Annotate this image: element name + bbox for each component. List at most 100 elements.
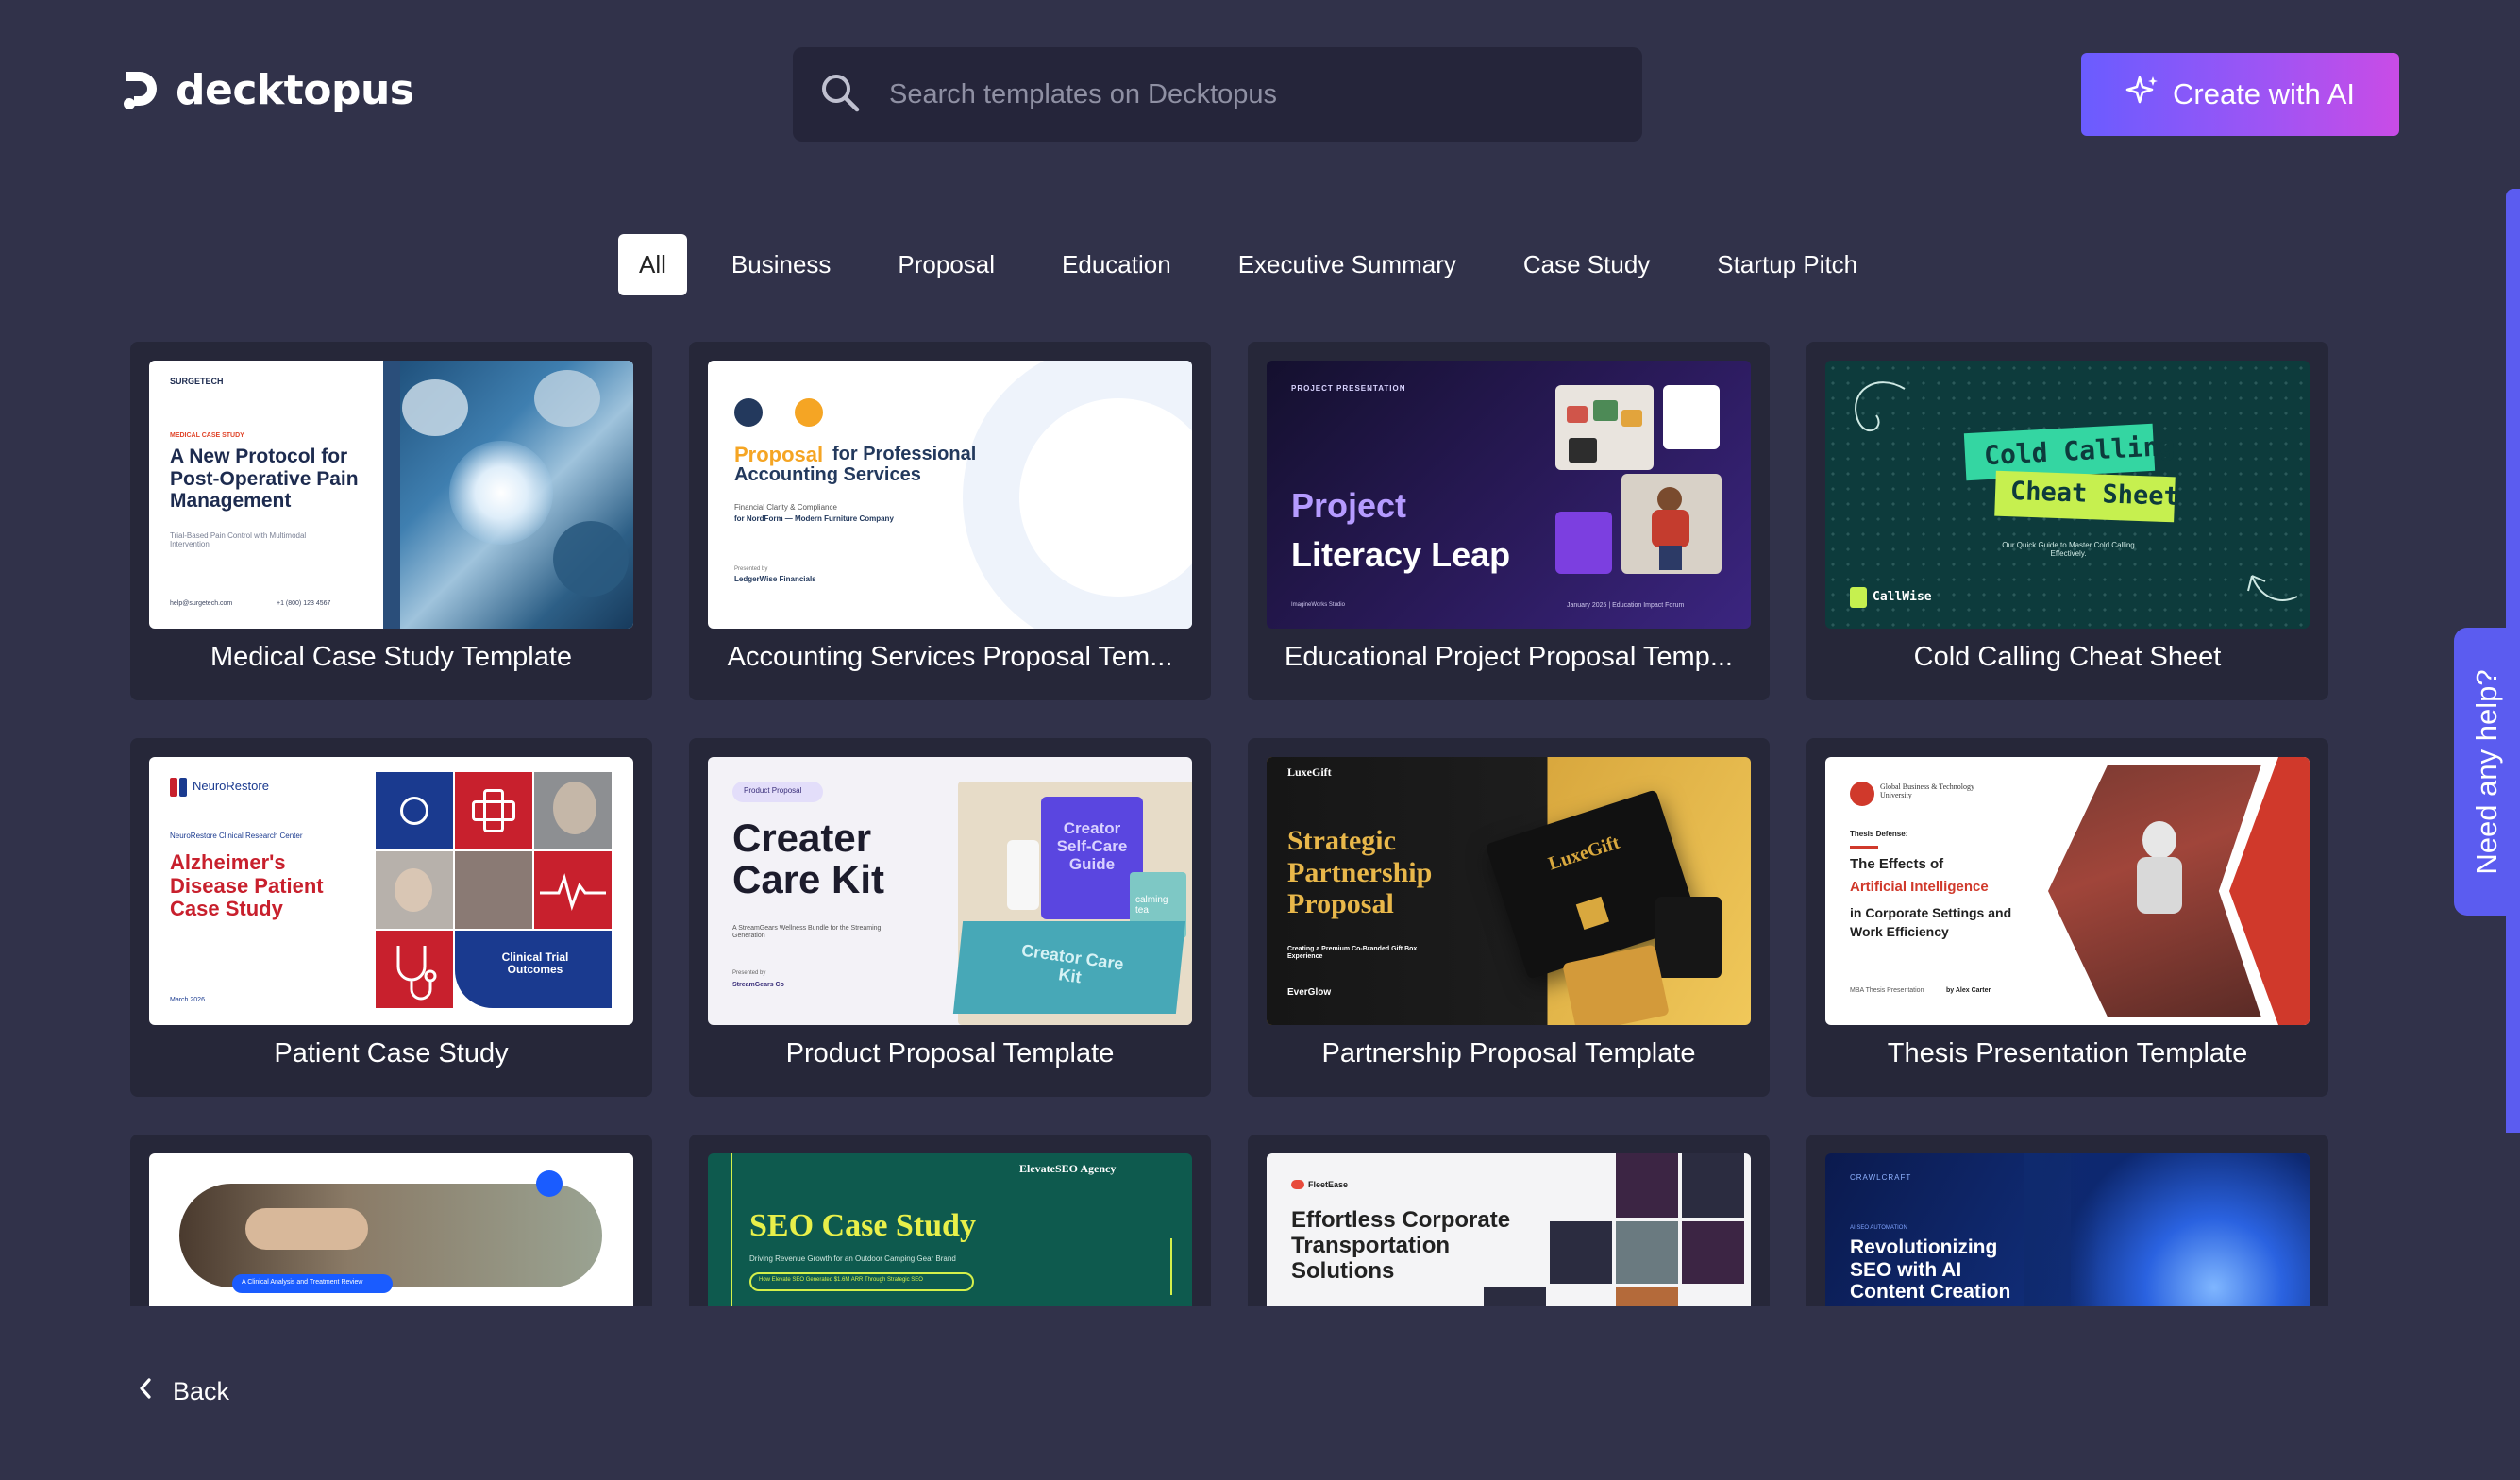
template-card-accounting-proposal[interactable]: Proposal for Professional Accounting Ser… bbox=[689, 342, 1211, 700]
tab-label: Proposal bbox=[898, 250, 996, 278]
back-button[interactable]: Back bbox=[137, 1376, 229, 1407]
thumb-badge: Clinical Trial Outcomes bbox=[501, 950, 569, 977]
search-bar[interactable] bbox=[793, 47, 1642, 142]
template-card-medical-case-study[interactable]: SURGETECH MEDICAL CASE STUDY A New Proto… bbox=[130, 342, 652, 700]
thumb-accent: Artificial Intelligence bbox=[1850, 879, 1989, 895]
doodle-arrow bbox=[2247, 575, 2298, 601]
template-thumbnail: A Clinical Analysis and Treatment Review bbox=[149, 1153, 633, 1306]
thumb-sub: Trial-Based Pain Control with Multimodal… bbox=[170, 531, 307, 548]
thumb-sub: Driving Revenue Growth for an Outdoor Ca… bbox=[749, 1254, 956, 1263]
thumb-footer-left: ImagineWorks Studio bbox=[1291, 602, 1345, 608]
thumb-partner: EverGlow bbox=[1287, 987, 1332, 998]
thumb-headline: Revolutionizing SEO with AI Content Crea… bbox=[1850, 1236, 2011, 1303]
tile-stethoscope bbox=[376, 931, 453, 1008]
thumb-line3: in Corporate Settings and Work Efficienc… bbox=[1850, 905, 2012, 939]
thumb-tea: calming tea bbox=[1135, 895, 1168, 917]
thumb-headline: for Professional Accounting Services bbox=[734, 444, 977, 486]
template-card-cold-calling[interactable]: Cold Calling Cheat Sheet Our Quick Guide… bbox=[1806, 342, 2328, 700]
template-title: Partnership Proposal Template bbox=[1321, 1038, 1696, 1068]
need-help-tab[interactable]: Need any help? bbox=[2454, 628, 2520, 916]
template-thumbnail: Global Business & Technology University … bbox=[1825, 757, 2310, 1025]
thumb-headline: SEO Case Study bbox=[749, 1208, 976, 1243]
ai-face-photo bbox=[2071, 1153, 2310, 1306]
chevron-left-icon bbox=[137, 1376, 154, 1407]
template-title: Product Proposal Template bbox=[785, 1038, 1115, 1068]
template-thumbnail: SURGETECH MEDICAL CASE STUDY A New Proto… bbox=[149, 361, 633, 629]
child-photo bbox=[1621, 474, 1722, 574]
thumb-brand: CallWise bbox=[1873, 590, 1932, 604]
tab-label: Business bbox=[731, 250, 832, 278]
tab-executive-summary[interactable]: Executive Summary bbox=[1216, 234, 1479, 295]
thumb-pill: A Clinical Analysis and Treatment Review bbox=[242, 1279, 363, 1286]
create-with-ai-label: Create with AI bbox=[2173, 77, 2355, 110]
thumb-presenter: StreamGears Co bbox=[732, 982, 784, 988]
create-with-ai-button[interactable]: Create with AI bbox=[2081, 53, 2399, 136]
thumb-footer-prefix: MBA Thesis Presentation bbox=[1850, 987, 1924, 994]
template-thumbnail: CRAWLCRAFT AI SEO AUTOMATION Revolutioni… bbox=[1825, 1153, 2310, 1306]
tab-label: Startup Pitch bbox=[1717, 250, 1858, 278]
thumb-kicker: PROJECT PRESENTATION bbox=[1291, 384, 1406, 393]
template-title: Cold Calling Cheat Sheet bbox=[1913, 642, 2222, 672]
thumb-kicker: NeuroRestore Clinical Research Center bbox=[170, 832, 303, 840]
thumb-footer-right: January 2025 | Education Impact Forum bbox=[1567, 602, 1685, 609]
thumb-brand: CRAWLCRAFT bbox=[1850, 1173, 1912, 1182]
tab-all[interactable]: All bbox=[618, 234, 687, 295]
template-title: Patient Case Study bbox=[274, 1038, 509, 1068]
thumb-sub: Our Quick Guide to Master Cold Calling E… bbox=[2002, 541, 2135, 558]
category-tabs: All Business Proposal Education Executiv… bbox=[618, 234, 1902, 295]
decktopus-logo[interactable]: decktopus bbox=[121, 66, 414, 114]
thumb-brand: Global Business & Technology University bbox=[1880, 782, 1974, 799]
tab-startup-pitch[interactable]: Startup Pitch bbox=[1694, 234, 1880, 295]
thumb-sub2: for NordForm — Modern Furniture Company bbox=[734, 514, 894, 523]
template-card-seo-case-study[interactable]: ElevateSEO Agency SEO Case Study Driving… bbox=[689, 1135, 1211, 1306]
template-card-clinical-analysis[interactable]: A Clinical Analysis and Treatment Review bbox=[130, 1135, 652, 1306]
template-card-thesis-presentation[interactable]: Global Business & Technology University … bbox=[1806, 738, 2328, 1097]
thumb-presenter: LedgerWise Financials bbox=[734, 575, 816, 583]
hands-photo bbox=[179, 1184, 602, 1287]
tab-business[interactable]: Business bbox=[709, 234, 854, 295]
thumb-line2: Cheat Sheet bbox=[2009, 476, 2180, 513]
template-title: Accounting Services Proposal Tem... bbox=[727, 642, 1173, 672]
template-thumbnail: LuxeGift Strategic Partnership Proposal … bbox=[1267, 757, 1751, 1025]
doodle-loop bbox=[1855, 381, 1906, 431]
thumb-brand: SURGETECH bbox=[170, 377, 224, 386]
template-card-patient-case-study[interactable]: NeuroRestore NeuroRestore Clinical Resea… bbox=[130, 738, 652, 1097]
template-thumbnail: ElevateSEO Agency SEO Case Study Driving… bbox=[708, 1153, 1192, 1306]
thumb-headline: Alzheimer's Disease Patient Case Study bbox=[170, 850, 324, 921]
thumb-sub: A StreamGears Wellness Bundle for the St… bbox=[732, 925, 882, 939]
template-grid: SURGETECH MEDICAL CASE STUDY A New Proto… bbox=[130, 342, 2329, 1306]
thumb-brand: ElevateSEO Agency bbox=[1019, 1162, 1117, 1175]
search-input[interactable] bbox=[889, 78, 1606, 110]
tab-label: Case Study bbox=[1522, 250, 1651, 278]
search-icon bbox=[819, 72, 861, 118]
thumb-line2: Literacy Leap bbox=[1291, 535, 1511, 574]
template-card-fleetease[interactable]: FleetEase Effortless Corporate Transport… bbox=[1248, 1135, 1770, 1306]
need-help-label: Need any help? bbox=[2470, 668, 2503, 875]
template-card-partnership-proposal[interactable]: LuxeGift Strategic Partnership Proposal … bbox=[1248, 738, 1770, 1097]
thumb-brand: FleetEase bbox=[1308, 1180, 1349, 1189]
tile-icon-grid bbox=[376, 772, 453, 849]
thumb-brand: LuxeGift bbox=[1287, 765, 1332, 779]
template-thumbnail: PROJECT PRESENTATION Project Literacy Le… bbox=[1267, 361, 1751, 629]
template-title: Medical Case Study Template bbox=[210, 642, 573, 672]
product-photo: Creator Self-Care Guide calming tea Crea… bbox=[952, 782, 1192, 1025]
thumb-headline: A New Protocol for Post-Operative Pain M… bbox=[170, 446, 359, 513]
thumb-date: March 2026 bbox=[170, 997, 205, 1003]
template-title: Thesis Presentation Template bbox=[1887, 1038, 2248, 1068]
thumb-sub1: Financial Clarity & Compliance bbox=[734, 503, 837, 512]
thumb-box-brand: LuxeGift bbox=[1545, 832, 1622, 875]
thumb-headline: Effortless Corporate Transportation Solu… bbox=[1291, 1207, 1511, 1284]
template-title: Educational Project Proposal Temp... bbox=[1284, 642, 1733, 672]
template-card-educational-proposal[interactable]: PROJECT PRESENTATION Project Literacy Le… bbox=[1248, 342, 1770, 700]
tab-proposal[interactable]: Proposal bbox=[875, 234, 1017, 295]
template-thumbnail: FleetEase Effortless Corporate Transport… bbox=[1267, 1153, 1751, 1306]
photo-tile bbox=[1555, 385, 1654, 470]
tab-case-study[interactable]: Case Study bbox=[1501, 234, 1672, 295]
template-card-product-proposal[interactable]: Product Proposal Creater Care Kit A Stre… bbox=[689, 738, 1211, 1097]
template-card-ai-seo[interactable]: CRAWLCRAFT AI SEO AUTOMATION Revolutioni… bbox=[1806, 1135, 2328, 1306]
template-thumbnail: Product Proposal Creater Care Kit A Stre… bbox=[708, 757, 1192, 1025]
candle bbox=[1655, 897, 1722, 978]
tab-label: All bbox=[639, 250, 666, 278]
tab-education[interactable]: Education bbox=[1039, 234, 1194, 295]
tile-cross bbox=[455, 772, 532, 849]
